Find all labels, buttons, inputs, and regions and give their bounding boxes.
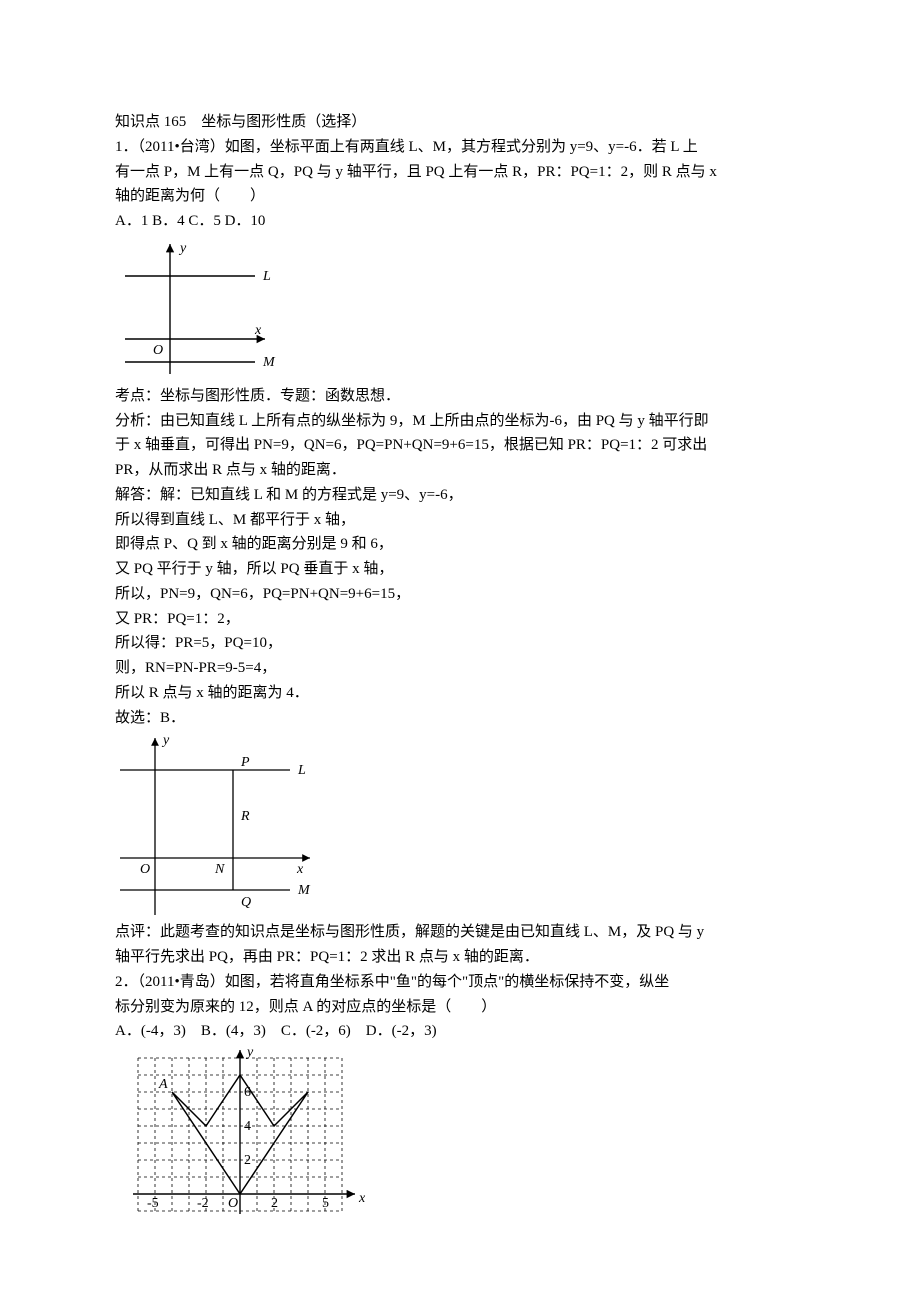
q1-sol-2: 所以得到直线 L、M 都平行于 x 轴， bbox=[115, 508, 805, 533]
knowledge-point-header: 知识点 165 坐标与图形性质（选择） bbox=[115, 110, 805, 135]
q1-comment-2: 轴平行先求出 PQ，再由 PR：PQ=1：2 求出 R 点与 x 轴的距离． bbox=[115, 945, 805, 970]
line-L-label: L bbox=[297, 763, 306, 778]
line-L-label: L bbox=[262, 269, 271, 284]
q1-analysis-1: 分析：由已知直线 L 上所有点的纵坐标为 9，M 上所由点的坐标为-6，由 PQ… bbox=[115, 409, 805, 434]
xtick-neg5: -5 bbox=[147, 1196, 159, 1211]
q1-stem-line2: 有一点 P，M 上有一点 Q，PQ 与 y 轴平行，且 PQ 上有一点 R，PR… bbox=[115, 160, 805, 185]
q1-sol-6: 又 PR：PQ=1：2， bbox=[115, 607, 805, 632]
q1-sol-7: 所以得：PR=5，PQ=10， bbox=[115, 631, 805, 656]
line-M-label: M bbox=[297, 883, 311, 898]
axis-y-label: y bbox=[161, 733, 170, 748]
axis-y-label: y bbox=[245, 1045, 254, 1060]
q2-stem-1: 2．（2011•青岛）如图，若将直角坐标系中"鱼"的每个"顶点"的横坐标保持不变… bbox=[115, 970, 805, 995]
point-A-label: A bbox=[158, 1077, 168, 1092]
q1-stem-line3: 轴的距离为何（ ） bbox=[115, 184, 805, 209]
ytick-2: 2 bbox=[244, 1153, 251, 1168]
q1-topic: 考点：坐标与图形性质．专题：函数思想． bbox=[115, 384, 805, 409]
q1-sol-4: 又 PQ 平行于 y 轴，所以 PQ 垂直于 x 轴， bbox=[115, 557, 805, 582]
ytick-4: 4 bbox=[244, 1119, 251, 1134]
point-P-label: P bbox=[240, 755, 250, 770]
q2-stem-2: 标分别变为原来的 12，则点 A 的对应点的坐标是（ ） bbox=[115, 995, 805, 1020]
q1-figure-2: y x O L M P R N Q bbox=[115, 730, 325, 920]
q1-sol-10: 故选：B． bbox=[115, 706, 805, 731]
ytick-6: 6 bbox=[244, 1085, 251, 1100]
q1-sol-8: 则，RN=PN-PR=9-5=4， bbox=[115, 656, 805, 681]
axis-x-label: x bbox=[296, 862, 304, 877]
origin-label: O bbox=[228, 1196, 238, 1211]
q1-stem-line1: 1．（2011•台湾）如图，坐标平面上有两直线 L、M，其方程式分别为 y=9、… bbox=[115, 135, 805, 160]
q2-options: A．(-4，3) B．(4，3) C．(-2，6) D．(-2，3) bbox=[115, 1019, 805, 1044]
xtick-2: 2 bbox=[271, 1196, 278, 1211]
point-Q-label: Q bbox=[241, 895, 251, 910]
axis-x-label: x bbox=[254, 323, 262, 338]
line-M-label: M bbox=[262, 355, 276, 370]
q1-comment-1: 点评：此题考查的知识点是坐标与图形性质，解题的关键是由已知直线 L、M，及 PQ… bbox=[115, 920, 805, 945]
axis-y-label: y bbox=[178, 241, 187, 256]
point-R-label: R bbox=[240, 809, 250, 824]
axis-x-label: x bbox=[358, 1191, 366, 1206]
q1-sol-9: 所以 R 点与 x 轴的距离为 4． bbox=[115, 681, 805, 706]
point-N-label: N bbox=[214, 862, 225, 877]
q1-analysis-2: 于 x 轴垂直，可得出 PN=9，QN=6，PQ=PN+QN=9+6=15，根据… bbox=[115, 433, 805, 458]
q1-options: A．1 B．4 C．5 D．10 bbox=[115, 209, 805, 234]
origin-label: O bbox=[140, 862, 150, 877]
q1-sol-5: 所以，PN=9，QN=6，PQ=PN+QN=9+6=15， bbox=[115, 582, 805, 607]
xtick-neg2: -2 bbox=[197, 1196, 209, 1211]
xtick-5: 5 bbox=[322, 1196, 329, 1211]
q2-figure: -5 -2 2 5 2 4 6 y x O A bbox=[115, 1044, 370, 1219]
origin-label: O bbox=[153, 343, 163, 358]
q1-analysis-3: PR，从而求出 R 点与 x 轴的距离． bbox=[115, 458, 805, 483]
q1-figure-1: y x O L M bbox=[115, 234, 285, 384]
q1-sol-3: 即得点 P、Q 到 x 轴的距离分别是 9 和 6， bbox=[115, 532, 805, 557]
q1-sol-1: 解答：解：已知直线 L 和 M 的方程式是 y=9、y=-6， bbox=[115, 483, 805, 508]
